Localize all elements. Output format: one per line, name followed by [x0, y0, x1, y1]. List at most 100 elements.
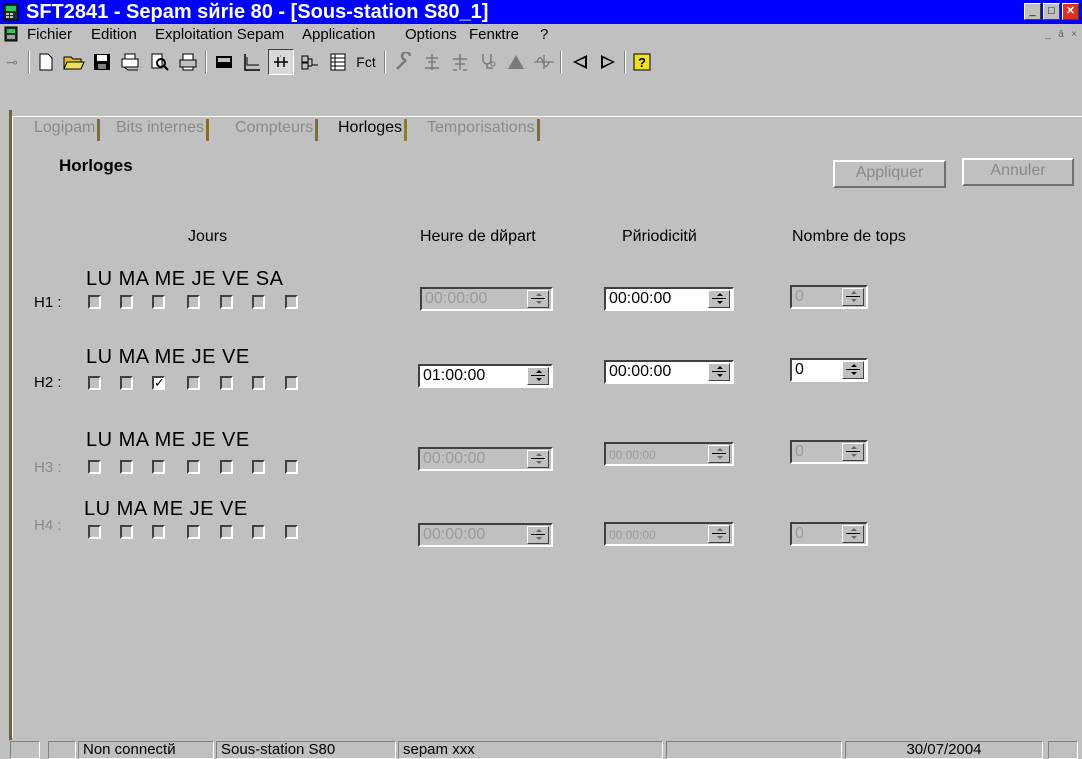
stethoscope-icon[interactable] — [476, 49, 500, 75]
wave-icon[interactable] — [532, 49, 556, 75]
day-checkbox[interactable] — [120, 460, 133, 474]
tab-temporisations[interactable]: Temporisations — [425, 119, 540, 141]
start-time-spinner[interactable]: 00:00:00 — [418, 447, 553, 471]
start-time-spinner[interactable]: 00:00:00 — [420, 287, 553, 311]
period-spinner[interactable]: 00:00:00 — [604, 287, 734, 311]
help-icon[interactable]: ? — [630, 49, 654, 75]
tab-bits-internes[interactable]: Bits internes — [114, 119, 210, 141]
day-checkbox[interactable] — [252, 460, 265, 474]
menu-fenetre[interactable]: Fenкtre — [469, 26, 519, 43]
day-checkbox[interactable] — [88, 376, 101, 390]
tab-logipam[interactable]: Logipam — [32, 119, 101, 141]
menu-fichier[interactable]: Fichier — [27, 26, 72, 43]
wrench-icon[interactable] — [392, 49, 416, 75]
day-checkbox[interactable] — [152, 460, 165, 474]
day-checkbox[interactable] — [285, 295, 298, 309]
apply-button[interactable]: Appliquer — [833, 160, 946, 188]
spinner-arrows[interactable] — [842, 361, 864, 379]
spinner-arrows[interactable] — [527, 367, 549, 385]
minimize-button[interactable]: _ — [1024, 3, 1041, 20]
cancel-button[interactable]: Annuler — [962, 158, 1074, 186]
menu-edition[interactable]: Edition — [91, 26, 137, 43]
print-setup-icon[interactable] — [118, 49, 142, 75]
tab-compteurs[interactable]: Compteurs — [233, 119, 319, 141]
day-checkbox[interactable] — [152, 295, 165, 309]
menu-application[interactable]: Application — [302, 26, 375, 43]
spinner-arrows[interactable] — [527, 526, 549, 544]
period-spinner[interactable]: 00:00:00 — [604, 360, 734, 384]
triangle-icon[interactable] — [504, 49, 528, 75]
mdi-restore-button[interactable]: ā — [1055, 29, 1067, 41]
open-folder-icon[interactable] — [62, 49, 86, 75]
tops-spinner[interactable]: 0 — [790, 285, 868, 309]
day-checkbox[interactable] — [220, 295, 233, 309]
day-checkbox[interactable] — [88, 525, 101, 539]
tops-spinner[interactable]: 0 — [790, 358, 868, 382]
toolbar-separator — [560, 51, 562, 73]
day-checkbox[interactable] — [120, 525, 133, 539]
day-checkbox[interactable] — [220, 525, 233, 539]
fct-icon[interactable]: Fct — [352, 49, 380, 75]
spinner-arrows[interactable] — [708, 363, 730, 381]
spinner-arrows[interactable] — [842, 525, 864, 543]
day-labels: LU MA ME JE VE — [86, 429, 250, 451]
spinner-arrows[interactable] — [708, 525, 730, 543]
new-file-icon[interactable] — [34, 49, 58, 75]
day-checkbox[interactable] — [88, 295, 101, 309]
tree-icon[interactable] — [448, 49, 472, 75]
spinner-arrows[interactable] — [527, 450, 549, 468]
day-checkbox[interactable] — [120, 376, 133, 390]
day-checkbox[interactable] — [252, 525, 265, 539]
close-button[interactable]: ✕ — [1062, 3, 1079, 20]
start-time-spinner[interactable]: 00:00:00 — [418, 523, 553, 547]
maximize-button[interactable]: □ — [1043, 3, 1060, 20]
day-checkbox[interactable] — [187, 460, 200, 474]
start-time-spinner[interactable]: 01:00:00 — [418, 364, 553, 388]
tops-spinner[interactable]: 0 — [790, 440, 868, 464]
document-icon[interactable] — [4, 26, 18, 42]
day-checkbox[interactable] — [285, 525, 298, 539]
menu-exploitation-sepam[interactable]: Exploitation Sepam — [155, 26, 284, 43]
day-checkbox[interactable] — [220, 376, 233, 390]
mdi-minimize-button[interactable]: _ — [1042, 29, 1054, 41]
network-icon[interactable] — [420, 49, 444, 75]
io-icon[interactable]: ' — [268, 49, 294, 75]
day-checkbox[interactable] — [88, 460, 101, 474]
day-checkbox[interactable] — [187, 295, 200, 309]
period-spinner[interactable]: 00:00:00 — [604, 442, 734, 466]
print-preview-icon[interactable] — [148, 49, 172, 75]
connect-icon[interactable]: ⊸ — [0, 49, 24, 75]
display-icon[interactable] — [212, 49, 236, 75]
window-title: SFT2841 - Sepam sйrie 80 - [Sous-station… — [26, 1, 489, 23]
tops-spinner[interactable]: 0 — [790, 522, 868, 546]
spinner-arrows[interactable] — [842, 288, 864, 306]
column-header-tops: Nombre de tops — [792, 228, 906, 245]
menu-options[interactable]: Options — [405, 26, 457, 43]
spinner-arrows[interactable] — [708, 290, 730, 308]
period-spinner[interactable]: 00:00:00 — [604, 522, 734, 546]
table-icon[interactable] — [326, 49, 350, 75]
spinner-arrows[interactable] — [842, 443, 864, 461]
save-icon[interactable] — [90, 49, 114, 75]
day-checkbox[interactable] — [120, 295, 133, 309]
day-checkbox[interactable] — [187, 376, 200, 390]
mdi-close-button[interactable]: × — [1068, 29, 1080, 41]
day-checkbox-checked[interactable]: ✓ — [152, 376, 165, 390]
spinner-arrows[interactable] — [708, 445, 730, 463]
day-checkbox[interactable] — [285, 376, 298, 390]
menu-help[interactable]: ? — [540, 26, 548, 43]
day-checkbox[interactable] — [187, 525, 200, 539]
arrow-left-icon[interactable] — [568, 49, 592, 75]
svg-text:?: ? — [638, 55, 646, 70]
tab-horloges[interactable]: Horloges — [336, 119, 408, 141]
day-checkbox[interactable] — [152, 525, 165, 539]
day-checkbox[interactable] — [220, 460, 233, 474]
spinner-arrows[interactable] — [527, 290, 549, 308]
logic-icon[interactable] — [298, 49, 322, 75]
day-checkbox[interactable] — [252, 376, 265, 390]
curve-icon[interactable] — [240, 49, 264, 75]
day-checkbox[interactable] — [252, 295, 265, 309]
print-icon[interactable] — [176, 49, 200, 75]
arrow-right-icon[interactable] — [596, 49, 620, 75]
day-checkbox[interactable] — [285, 460, 298, 474]
